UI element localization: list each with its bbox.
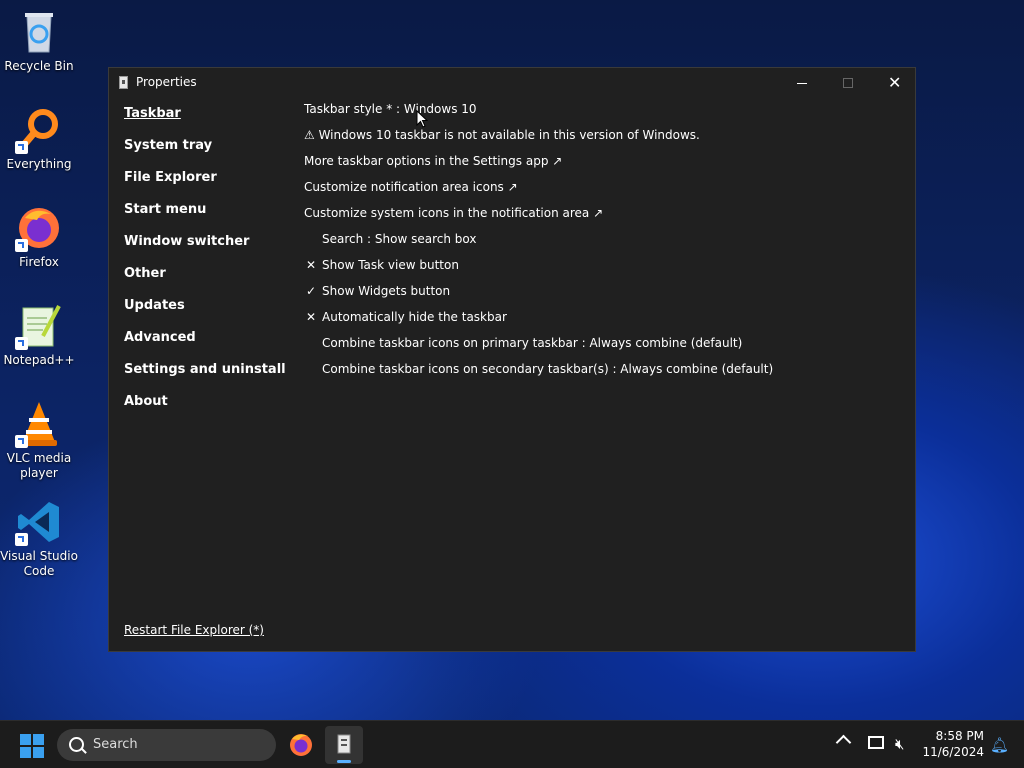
desktop-icon-everything[interactable]: Everything: [0, 106, 78, 172]
shortcut-arrow-icon: [15, 533, 28, 546]
desktop-icon-label: Recycle Bin: [4, 59, 74, 73]
link-settings-app[interactable]: More taskbar options in the Settings app…: [304, 154, 773, 180]
shortcut-arrow-icon: [15, 141, 28, 154]
setting-label: Show Widgets button: [322, 284, 451, 298]
maximize-icon: [843, 78, 853, 88]
shortcut-arrow-icon: [15, 435, 28, 448]
firefox-icon: [290, 734, 312, 756]
taskbar-properties-button[interactable]: [325, 726, 363, 764]
search-placeholder: Search: [93, 737, 138, 752]
maximize-button[interactable]: [825, 68, 871, 98]
desktop-icon-firefox[interactable]: Firefox: [0, 204, 78, 270]
taskbar-firefox-button[interactable]: [282, 726, 320, 764]
setting-label: Automatically hide the taskbar: [322, 310, 507, 324]
nav-item-taskbar[interactable]: Taskbar: [124, 106, 286, 138]
windows-logo-icon: [20, 747, 31, 758]
properties-app-icon: [337, 734, 351, 754]
desktop-icon-vlc[interactable]: VLC media player: [0, 400, 78, 481]
clock-time: 8:58 PM: [935, 729, 984, 743]
start-button[interactable]: [20, 734, 44, 758]
shortcut-arrow-icon: [15, 239, 28, 252]
desktop-icon-label: Visual Studio Code: [0, 549, 78, 578]
taskbar-search-box[interactable]: Search: [57, 729, 276, 761]
nav-item-start-menu[interactable]: Start menu: [124, 202, 286, 234]
shortcut-arrow-icon: [15, 337, 28, 350]
warning-text: ⚠ Windows 10 taskbar is not available in…: [304, 128, 700, 142]
windows-logo-icon: [33, 734, 44, 745]
setting-autohide[interactable]: ✕ Automatically hide the taskbar: [304, 310, 773, 336]
properties-window: Properties ✕ Taskbar System tray File Ex…: [108, 67, 916, 652]
nav-item-advanced[interactable]: Advanced: [124, 330, 286, 362]
desktop-icon-label: Notepad++: [3, 353, 75, 367]
close-icon: ✕: [888, 73, 902, 92]
firefox-icon: [15, 204, 63, 252]
desktop-icon-label: Firefox: [19, 255, 59, 269]
setting-label: Show Task view button: [322, 258, 459, 272]
checkmark-icon: ✓: [305, 284, 317, 298]
nav-item-window-switcher[interactable]: Window switcher: [124, 234, 286, 266]
unchecked-x-icon: ✕: [305, 258, 317, 272]
setting-search[interactable]: Search : Show search box: [304, 232, 773, 258]
nav-item-system-tray[interactable]: System tray: [124, 138, 286, 170]
settings-content: Taskbar style * : Windows 10 ⚠ Windows 1…: [304, 102, 773, 388]
setting-label: Search : Show search box: [322, 232, 477, 246]
windows-logo-icon: [33, 747, 44, 758]
taskbar-clock[interactable]: 8:58 PM 11/6/2024: [918, 728, 984, 760]
setting-label: Combine taskbar icons on primary taskbar…: [322, 336, 743, 350]
link-notification-icons[interactable]: Customize notification area icons ↗: [304, 180, 773, 206]
app-icon: [119, 76, 128, 89]
volume-muted-icon[interactable]: 🔇︎: [895, 735, 904, 753]
everything-icon: [15, 106, 63, 154]
nav-item-about[interactable]: About: [124, 394, 286, 426]
desktop-icon-recycle-bin[interactable]: Recycle Bin: [0, 8, 78, 74]
setting-taskbar-style[interactable]: Taskbar style * : Windows 10: [304, 102, 773, 128]
recycle-bin-icon: [15, 8, 63, 56]
minimize-icon: [797, 83, 807, 84]
window-title: Properties: [136, 75, 197, 89]
setting-task-view[interactable]: ✕ Show Task view button: [304, 258, 773, 284]
desktop-icon-label: Everything: [6, 157, 72, 171]
nav-item-other[interactable]: Other: [124, 266, 286, 298]
setting-combine-secondary[interactable]: Combine taskbar icons on secondary taskb…: [304, 362, 773, 388]
title-bar[interactable]: Properties ✕: [109, 68, 915, 98]
mouse-cursor-icon: [416, 110, 428, 128]
nav-item-updates[interactable]: Updates: [124, 298, 286, 330]
unchecked-x-icon: ✕: [305, 310, 317, 324]
notepadpp-icon: [15, 302, 63, 350]
windows-logo-icon: [20, 734, 31, 745]
vlc-icon: [15, 400, 63, 448]
setting-label: Combine taskbar icons on secondary taskb…: [322, 362, 774, 376]
close-button[interactable]: ✕: [871, 68, 917, 98]
clock-date: 11/6/2024: [922, 745, 984, 759]
desktop-icon-notepadpp[interactable]: Notepad++: [0, 302, 78, 368]
minimize-button[interactable]: [779, 68, 825, 98]
show-hidden-icons-chevron-icon[interactable]: [835, 734, 852, 751]
nav-item-settings-uninstall[interactable]: Settings and uninstall: [124, 362, 286, 394]
taskbar: Search 🔇︎ 8:58 PM 11/6/2024 🔔︎: [0, 720, 1024, 768]
notification-bell-icon[interactable]: 🔔︎: [990, 736, 1009, 754]
setting-combine-primary[interactable]: Combine taskbar icons on primary taskbar…: [304, 336, 773, 362]
setting-widgets[interactable]: ✓ Show Widgets button: [304, 284, 773, 310]
network-icon[interactable]: [868, 736, 884, 749]
search-icon: [69, 737, 84, 752]
running-indicator: [337, 760, 351, 763]
link-system-icons[interactable]: Customize system icons in the notificati…: [304, 206, 773, 232]
desktop-icon-vscode[interactable]: Visual Studio Code: [0, 498, 78, 579]
desktop-icon-label: VLC media player: [6, 451, 72, 480]
restart-explorer-link[interactable]: Restart File Explorer (*): [124, 623, 264, 637]
vscode-icon: [15, 498, 63, 546]
sidebar-nav: Taskbar System tray File Explorer Start …: [124, 106, 286, 426]
nav-item-file-explorer[interactable]: File Explorer: [124, 170, 286, 202]
